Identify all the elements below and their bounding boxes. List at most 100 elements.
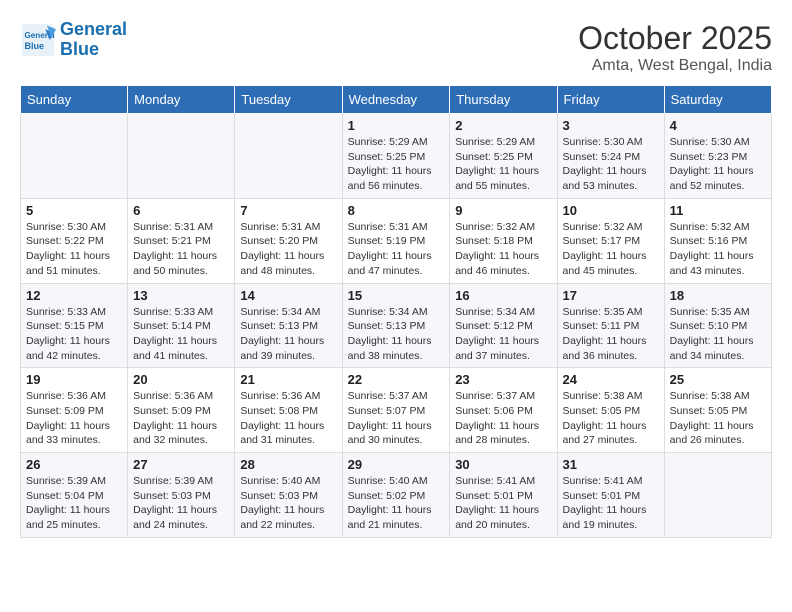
day-info: Sunrise: 5:31 AM Sunset: 5:20 PM Dayligh… bbox=[240, 220, 336, 279]
calendar-cell: 26Sunrise: 5:39 AM Sunset: 5:04 PM Dayli… bbox=[21, 453, 128, 538]
day-info: Sunrise: 5:30 AM Sunset: 5:23 PM Dayligh… bbox=[670, 135, 766, 194]
logo: General Blue GeneralBlue bbox=[20, 20, 127, 60]
day-number: 13 bbox=[133, 288, 229, 303]
day-number: 5 bbox=[26, 203, 122, 218]
day-number: 23 bbox=[455, 372, 551, 387]
day-number: 29 bbox=[348, 457, 445, 472]
day-number: 24 bbox=[563, 372, 659, 387]
calendar-cell: 8Sunrise: 5:31 AM Sunset: 5:19 PM Daylig… bbox=[342, 198, 450, 283]
header-saturday: Saturday bbox=[664, 86, 771, 114]
calendar-cell: 5 Sunrise: 5:30 AM Sunset: 5:22 PM Daylig… bbox=[21, 198, 128, 283]
day-number: 8 bbox=[348, 203, 445, 218]
calendar-cell: 9 Sunrise: 5:32 AM Sunset: 5:18 PM Daylig… bbox=[450, 198, 557, 283]
week-row-4: 19 Sunrise: 5:36 AM Sunset: 5:09 PM Dayli… bbox=[21, 368, 772, 453]
calendar-cell: 28 Sunrise: 5:40 AM Sunset: 5:03 PM Dayli… bbox=[235, 453, 342, 538]
day-number: 3 bbox=[563, 118, 659, 133]
day-number: 7 bbox=[240, 203, 336, 218]
logo-icon: General Blue bbox=[20, 22, 56, 58]
day-number: 31 bbox=[563, 457, 659, 472]
day-info: Sunrise: 5:37 AM Sunset: 5:06 PM Dayligh… bbox=[455, 389, 551, 448]
day-number: 16 bbox=[455, 288, 551, 303]
day-info: Sunrise: 5:31 AM Sunset: 5:21 PM Dayligh… bbox=[133, 220, 229, 279]
calendar-cell: 10 Sunrise: 5:32 AM Sunset: 5:17 PM Dayli… bbox=[557, 198, 664, 283]
calendar-cell: 29 Sunrise: 5:40 AM Sunset: 5:02 PM Dayli… bbox=[342, 453, 450, 538]
day-number: 1 bbox=[348, 118, 445, 133]
calendar-cell: 16 Sunrise: 5:34 AM Sunset: 5:12 PM Dayli… bbox=[450, 283, 557, 368]
day-info: Sunrise: 5:34 AM Sunset: 5:13 PM Dayligh… bbox=[348, 305, 445, 364]
calendar-cell bbox=[128, 114, 235, 199]
svg-text:Blue: Blue bbox=[25, 41, 45, 51]
page-header: General Blue GeneralBlue October 2025 Am… bbox=[20, 20, 772, 75]
day-number: 21 bbox=[240, 372, 336, 387]
day-number: 18 bbox=[670, 288, 766, 303]
calendar-table: Sunday Monday Tuesday Wednesday Thursday… bbox=[20, 85, 772, 538]
calendar-cell: 23 Sunrise: 5:37 AM Sunset: 5:06 PM Dayli… bbox=[450, 368, 557, 453]
day-info: Sunrise: 5:39 AM Sunset: 5:03 PM Dayligh… bbox=[133, 474, 229, 533]
week-row-3: 12Sunrise: 5:33 AM Sunset: 5:15 PM Dayli… bbox=[21, 283, 772, 368]
week-row-5: 26Sunrise: 5:39 AM Sunset: 5:04 PM Dayli… bbox=[21, 453, 772, 538]
day-info: Sunrise: 5:30 AM Sunset: 5:22 PM Dayligh… bbox=[26, 220, 122, 279]
day-number: 10 bbox=[563, 203, 659, 218]
day-info: Sunrise: 5:38 AM Sunset: 5:05 PM Dayligh… bbox=[563, 389, 659, 448]
day-info: Sunrise: 5:40 AM Sunset: 5:03 PM Dayligh… bbox=[240, 474, 336, 533]
calendar-cell: 3 Sunrise: 5:30 AM Sunset: 5:24 PM Daylig… bbox=[557, 114, 664, 199]
week-row-1: 1 Sunrise: 5:29 AM Sunset: 5:25 PM Daylig… bbox=[21, 114, 772, 199]
day-number: 9 bbox=[455, 203, 551, 218]
calendar-cell: 31 Sunrise: 5:41 AM Sunset: 5:01 PM Dayli… bbox=[557, 453, 664, 538]
day-info: Sunrise: 5:29 AM Sunset: 5:25 PM Dayligh… bbox=[348, 135, 445, 194]
day-info: Sunrise: 5:37 AM Sunset: 5:07 PM Dayligh… bbox=[348, 389, 445, 448]
day-number: 27 bbox=[133, 457, 229, 472]
day-info: Sunrise: 5:32 AM Sunset: 5:18 PM Dayligh… bbox=[455, 220, 551, 279]
header-tuesday: Tuesday bbox=[235, 86, 342, 114]
day-info: Sunrise: 5:41 AM Sunset: 5:01 PM Dayligh… bbox=[455, 474, 551, 533]
calendar-subtitle: Amta, West Bengal, India bbox=[578, 57, 772, 75]
calendar-cell: 19Sunrise: 5:36 AM Sunset: 5:09 PM Dayli… bbox=[21, 368, 128, 453]
day-info: Sunrise: 5:39 AM Sunset: 5:04 PM Dayligh… bbox=[26, 474, 122, 533]
day-info: Sunrise: 5:36 AM Sunset: 5:08 PM Dayligh… bbox=[240, 389, 336, 448]
logo-text: GeneralBlue bbox=[60, 20, 127, 60]
weekday-header-row: Sunday Monday Tuesday Wednesday Thursday… bbox=[21, 86, 772, 114]
day-info: Sunrise: 5:40 AM Sunset: 5:02 PM Dayligh… bbox=[348, 474, 445, 533]
header-monday: Monday bbox=[128, 86, 235, 114]
day-info: Sunrise: 5:41 AM Sunset: 5:01 PM Dayligh… bbox=[563, 474, 659, 533]
day-info: Sunrise: 5:36 AM Sunset: 5:09 PM Dayligh… bbox=[133, 389, 229, 448]
day-number: 11 bbox=[670, 203, 766, 218]
day-number: 12 bbox=[26, 288, 122, 303]
calendar-cell: 21 Sunrise: 5:36 AM Sunset: 5:08 PM Dayli… bbox=[235, 368, 342, 453]
calendar-cell: 27 Sunrise: 5:39 AM Sunset: 5:03 PM Dayli… bbox=[128, 453, 235, 538]
day-number: 15 bbox=[348, 288, 445, 303]
header-thursday: Thursday bbox=[450, 86, 557, 114]
day-number: 6 bbox=[133, 203, 229, 218]
day-number: 17 bbox=[563, 288, 659, 303]
day-info: Sunrise: 5:34 AM Sunset: 5:12 PM Dayligh… bbox=[455, 305, 551, 364]
day-info: Sunrise: 5:32 AM Sunset: 5:16 PM Dayligh… bbox=[670, 220, 766, 279]
calendar-cell: 18 Sunrise: 5:35 AM Sunset: 5:10 PM Dayli… bbox=[664, 283, 771, 368]
day-info: Sunrise: 5:30 AM Sunset: 5:24 PM Dayligh… bbox=[563, 135, 659, 194]
day-info: Sunrise: 5:33 AM Sunset: 5:14 PM Dayligh… bbox=[133, 305, 229, 364]
day-number: 19 bbox=[26, 372, 122, 387]
day-info: Sunrise: 5:35 AM Sunset: 5:10 PM Dayligh… bbox=[670, 305, 766, 364]
day-number: 22 bbox=[348, 372, 445, 387]
day-number: 20 bbox=[133, 372, 229, 387]
day-number: 28 bbox=[240, 457, 336, 472]
header-sunday: Sunday bbox=[21, 86, 128, 114]
calendar-cell bbox=[664, 453, 771, 538]
calendar-cell: 6 Sunrise: 5:31 AM Sunset: 5:21 PM Daylig… bbox=[128, 198, 235, 283]
calendar-cell: 12Sunrise: 5:33 AM Sunset: 5:15 PM Dayli… bbox=[21, 283, 128, 368]
day-info: Sunrise: 5:34 AM Sunset: 5:13 PM Dayligh… bbox=[240, 305, 336, 364]
calendar-cell: 1 Sunrise: 5:29 AM Sunset: 5:25 PM Daylig… bbox=[342, 114, 450, 199]
week-row-2: 5 Sunrise: 5:30 AM Sunset: 5:22 PM Daylig… bbox=[21, 198, 772, 283]
calendar-cell: 20 Sunrise: 5:36 AM Sunset: 5:09 PM Dayli… bbox=[128, 368, 235, 453]
calendar-cell bbox=[235, 114, 342, 199]
calendar-cell: 4Sunrise: 5:30 AM Sunset: 5:23 PM Daylig… bbox=[664, 114, 771, 199]
calendar-cell: 14Sunrise: 5:34 AM Sunset: 5:13 PM Dayli… bbox=[235, 283, 342, 368]
calendar-title: October 2025 bbox=[578, 20, 772, 57]
header-wednesday: Wednesday bbox=[342, 86, 450, 114]
calendar-cell: 2Sunrise: 5:29 AM Sunset: 5:25 PM Daylig… bbox=[450, 114, 557, 199]
header-friday: Friday bbox=[557, 86, 664, 114]
title-area: October 2025 Amta, West Bengal, India bbox=[578, 20, 772, 75]
calendar-cell: 7 Sunrise: 5:31 AM Sunset: 5:20 PM Daylig… bbox=[235, 198, 342, 283]
day-info: Sunrise: 5:29 AM Sunset: 5:25 PM Dayligh… bbox=[455, 135, 551, 194]
day-info: Sunrise: 5:32 AM Sunset: 5:17 PM Dayligh… bbox=[563, 220, 659, 279]
calendar-cell: 17Sunrise: 5:35 AM Sunset: 5:11 PM Dayli… bbox=[557, 283, 664, 368]
